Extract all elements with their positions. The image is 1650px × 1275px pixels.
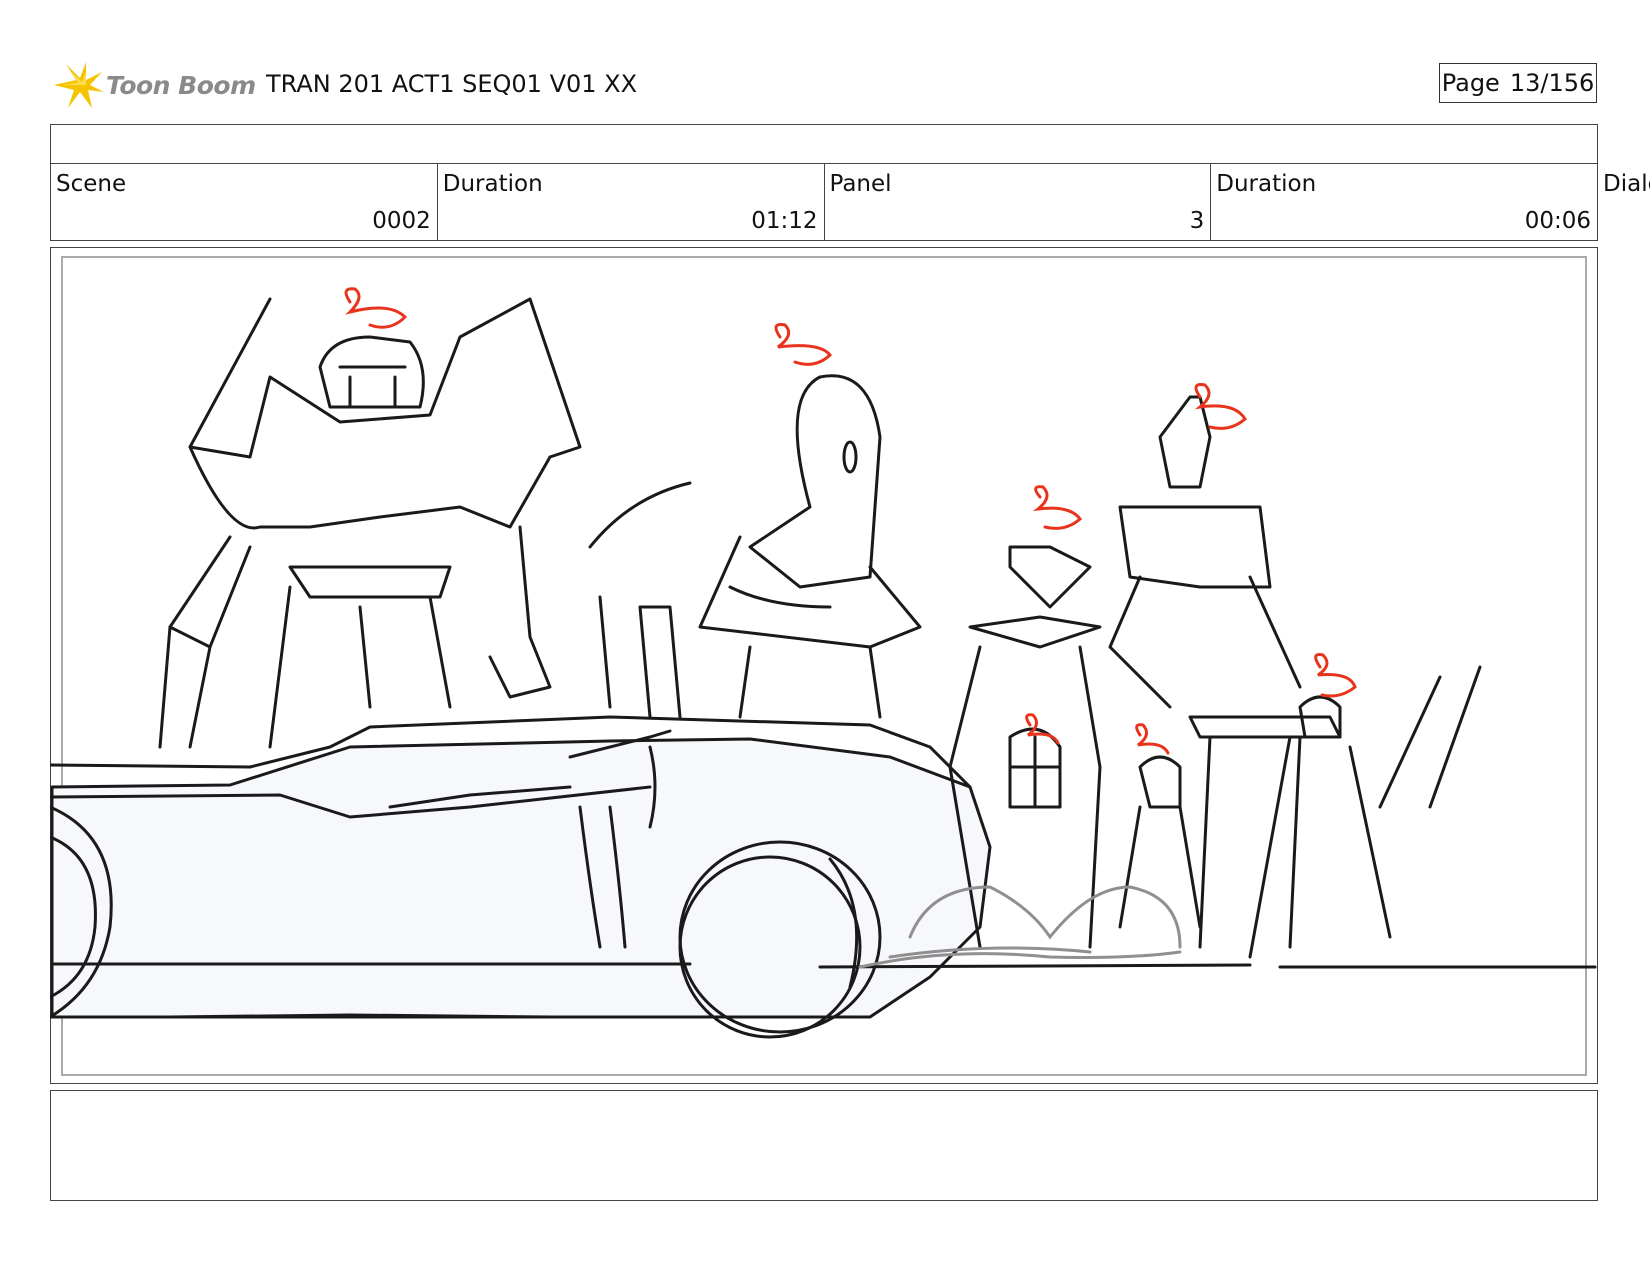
panel-cell: Panel 3	[825, 163, 1212, 240]
star-burst-icon	[54, 62, 104, 108]
panel-duration-cell: Duration 00:06	[1211, 163, 1597, 240]
robot-centre-sketch	[748, 374, 882, 589]
scene-duration-cell: Duration 01:12	[438, 163, 825, 240]
page-value: 13/156	[1509, 69, 1595, 97]
scene-cell: Scene 0002	[51, 163, 438, 240]
red-mark-7	[1135, 723, 1170, 755]
red-mark-4	[1032, 485, 1083, 530]
dialog-label: Dialo	[1603, 171, 1650, 197]
page-label: Page	[1441, 69, 1500, 97]
panel-duration-label: Duration	[1216, 171, 1317, 197]
robot-right-sketch	[1158, 395, 1212, 489]
scene-value: 0002	[372, 208, 431, 234]
panel-meta-row: Scene 0002 Duration 01:12 Panel 3 Durati…	[50, 163, 1598, 241]
robot-left-sketch	[188, 297, 582, 459]
red-mark-2	[774, 323, 833, 366]
document-title: TRAN 201 ACT1 SEQ01 V01 XX	[266, 70, 638, 98]
character-hat-sketch	[1008, 545, 1092, 609]
page-indicator: Page 13/156	[1439, 63, 1597, 103]
panel-value: 3	[1189, 208, 1205, 234]
action-notes-field	[50, 1090, 1598, 1201]
scene-duration-value: 01:12	[751, 208, 818, 234]
top-empty-field	[50, 124, 1598, 164]
red-mark-1	[344, 287, 408, 329]
car-sketch	[50, 737, 992, 1019]
red-mark-3	[1194, 383, 1247, 430]
toon-boom-logo: Toon Boom	[52, 58, 256, 112]
panel-duration-value: 00:06	[1524, 208, 1591, 234]
scene-label: Scene	[56, 171, 127, 197]
storyboard-sketch	[50, 287, 1597, 1039]
panel-label: Panel	[829, 171, 892, 197]
red-mark-5	[1314, 653, 1357, 698]
scene-duration-label: Duration	[442, 171, 543, 197]
logo-text: Toon Boom	[106, 70, 256, 100]
